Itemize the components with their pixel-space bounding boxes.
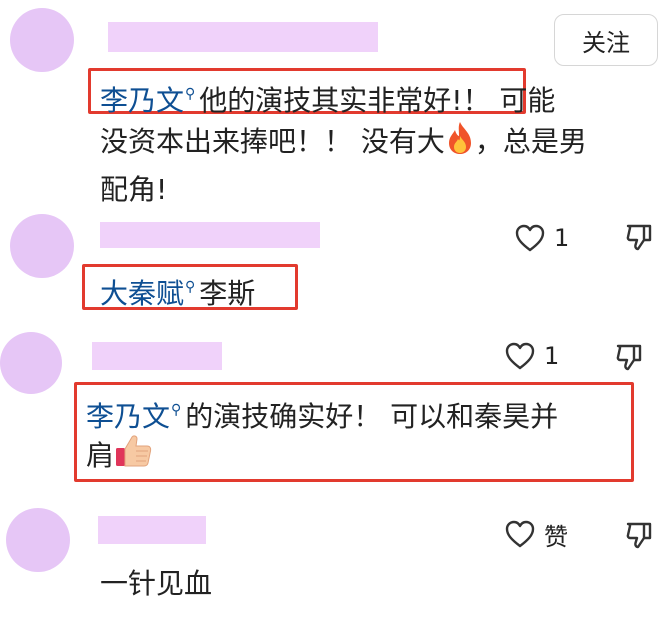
comment-actions: 1 <box>504 336 559 376</box>
thumbs-down-icon <box>626 522 652 549</box>
like-button[interactable]: 1 <box>514 223 569 253</box>
dislike-button[interactable] <box>624 520 654 554</box>
comment-segment: ！ 可能 <box>462 84 556 117</box>
username-redacted[interactable] <box>100 222 320 248</box>
heart-icon <box>505 342 535 370</box>
comment-text: 大秦赋⚲ 李斯 <box>100 263 255 318</box>
dislike-button[interactable] <box>614 342 644 376</box>
avatar[interactable] <box>10 214 74 278</box>
comment-segment: 李斯 <box>199 277 256 310</box>
magnifier-icon: ⚲ <box>185 86 196 102</box>
comment-actions: 1 <box>514 218 569 258</box>
thumbs-down-icon <box>626 224 652 251</box>
like-button[interactable]: 赞 <box>504 517 568 552</box>
heart-icon <box>515 224 545 252</box>
comment-thread: 关注 李乃文⚲ 他的演技其实非常好!！ 可能 没资本出来捧吧！！ 没有大 ，总是男… <box>0 0 667 619</box>
follow-button[interactable]: 关注 <box>554 14 658 66</box>
comment-segment: 的演技确实好！ 可以和秦昊并 <box>185 400 559 433</box>
comment-segment: 配角! <box>100 173 168 206</box>
comment-segment: 肩 <box>86 439 115 472</box>
username-redacted[interactable] <box>108 22 378 52</box>
username-redacted[interactable] <box>92 342 222 370</box>
comment-text: 李乃文⚲ 他的演技其实非常好!！ 可能 没资本出来捧吧！！ 没有大 ，总是男 配角… <box>100 70 660 214</box>
heart-icon <box>505 520 535 548</box>
avatar[interactable] <box>0 332 62 394</box>
dislike-button[interactable] <box>624 222 654 256</box>
mention-link[interactable]: 李乃文 <box>100 84 184 117</box>
comment-segment: 没资本出来捧吧！！ 没有大 <box>100 125 445 158</box>
comment-segment: 他的演技其实非常好! <box>199 84 463 117</box>
magnifier-icon: ⚲ <box>185 279 196 295</box>
comment-segment: ，总是男 <box>474 125 587 158</box>
avatar[interactable] <box>6 508 70 572</box>
thumbs-down-icon <box>616 344 642 371</box>
avatar[interactable] <box>10 8 74 72</box>
mention-link[interactable]: 李乃文 <box>86 400 170 433</box>
username-redacted[interactable] <box>98 516 206 544</box>
magnifier-icon: ⚲ <box>171 402 182 418</box>
thumbs-up-icon <box>114 433 154 484</box>
like-count: 1 <box>544 342 560 370</box>
comment-text: 一针见血 <box>100 567 213 600</box>
fire-icon <box>445 121 475 170</box>
like-label: 赞 <box>544 522 568 551</box>
mention-link[interactable]: 大秦赋 <box>100 277 184 310</box>
like-count: 1 <box>554 224 570 252</box>
comment-actions: 赞 <box>504 514 568 554</box>
comment-text: 李乃文⚲ 的演技确实好！ 可以和秦昊并 肩 <box>86 386 626 478</box>
like-button[interactable]: 1 <box>504 341 559 371</box>
